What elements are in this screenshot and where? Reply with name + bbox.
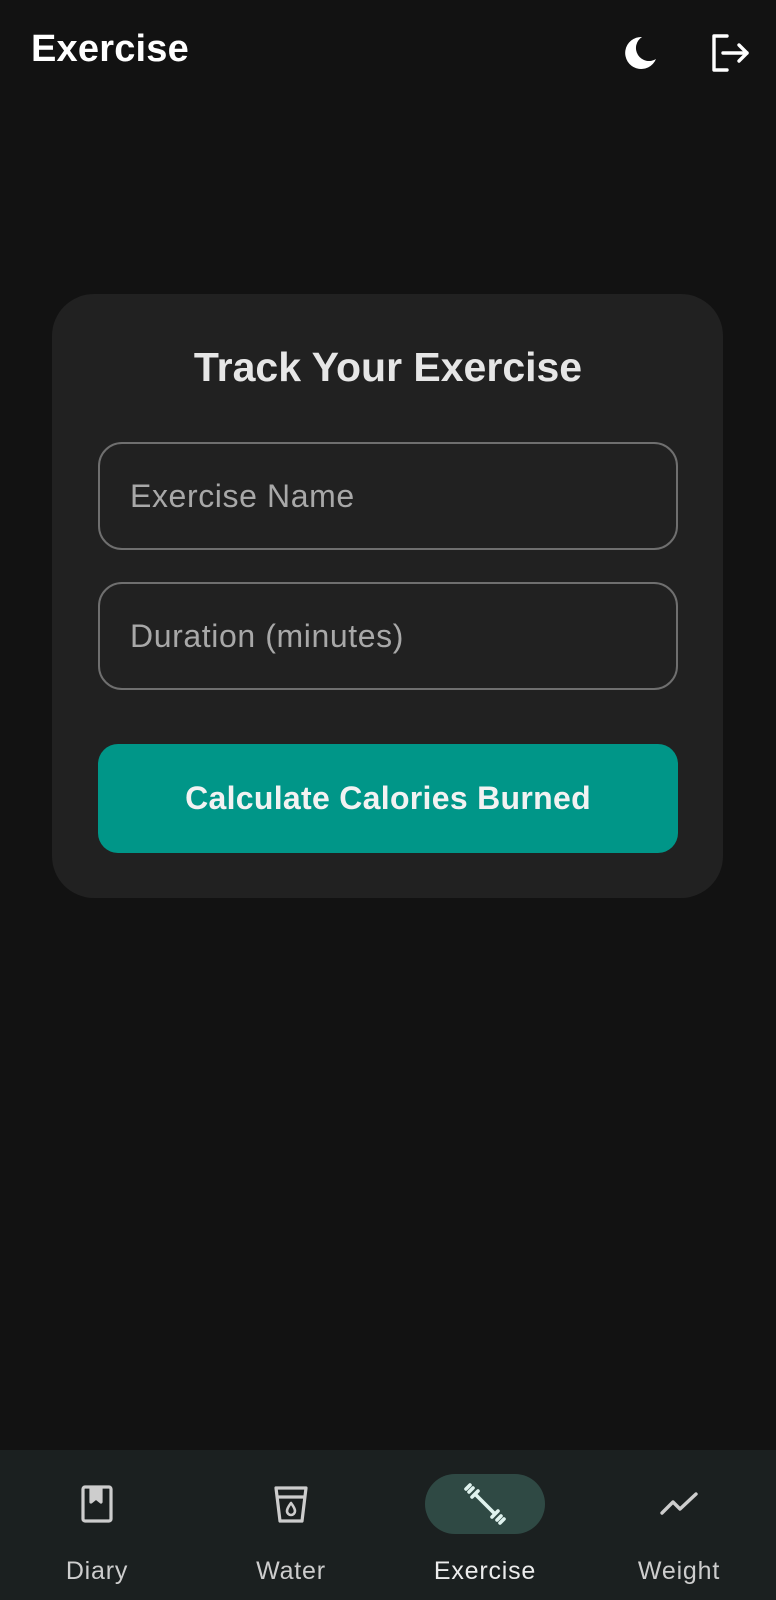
calculate-calories-button[interactable]: Calculate Calories Burned xyxy=(98,744,678,853)
top-app-bar: Exercise xyxy=(0,0,776,106)
duration-input[interactable] xyxy=(100,584,676,688)
dumbbell-icon xyxy=(464,1483,506,1525)
nav-label: Diary xyxy=(65,1557,129,1585)
app-root: Exercise Track Your Exercise Calculate C… xyxy=(0,0,776,1600)
nav-item-weight[interactable]: Weight xyxy=(582,1450,776,1600)
book-icon xyxy=(81,1485,113,1523)
nav-label: Exercise xyxy=(433,1557,537,1585)
water-cup-icon xyxy=(274,1486,308,1523)
nav-item-exercise[interactable]: Exercise xyxy=(388,1450,582,1600)
nav-item-diary[interactable]: Diary xyxy=(0,1450,194,1600)
logout-button[interactable] xyxy=(702,25,758,81)
bottom-navigation: Diary Water Exercise Weight xyxy=(0,1450,776,1600)
theme-toggle-button[interactable] xyxy=(612,25,668,81)
logout-icon xyxy=(712,34,749,72)
exercise-name-field[interactable] xyxy=(98,442,678,550)
nav-item-water[interactable]: Water xyxy=(194,1450,388,1600)
nav-pill xyxy=(231,1474,351,1534)
nav-label: Weight xyxy=(637,1557,721,1585)
trend-line-icon xyxy=(660,1492,698,1515)
duration-field[interactable] xyxy=(98,582,678,690)
nav-pill xyxy=(619,1474,739,1534)
moon-icon xyxy=(625,36,656,69)
nav-pill-active xyxy=(425,1474,545,1534)
page-title: Exercise xyxy=(31,28,189,70)
form-title: Track Your Exercise xyxy=(193,344,583,390)
nav-pill xyxy=(37,1474,157,1534)
nav-label: Water xyxy=(256,1557,326,1585)
exercise-name-input[interactable] xyxy=(100,444,676,548)
